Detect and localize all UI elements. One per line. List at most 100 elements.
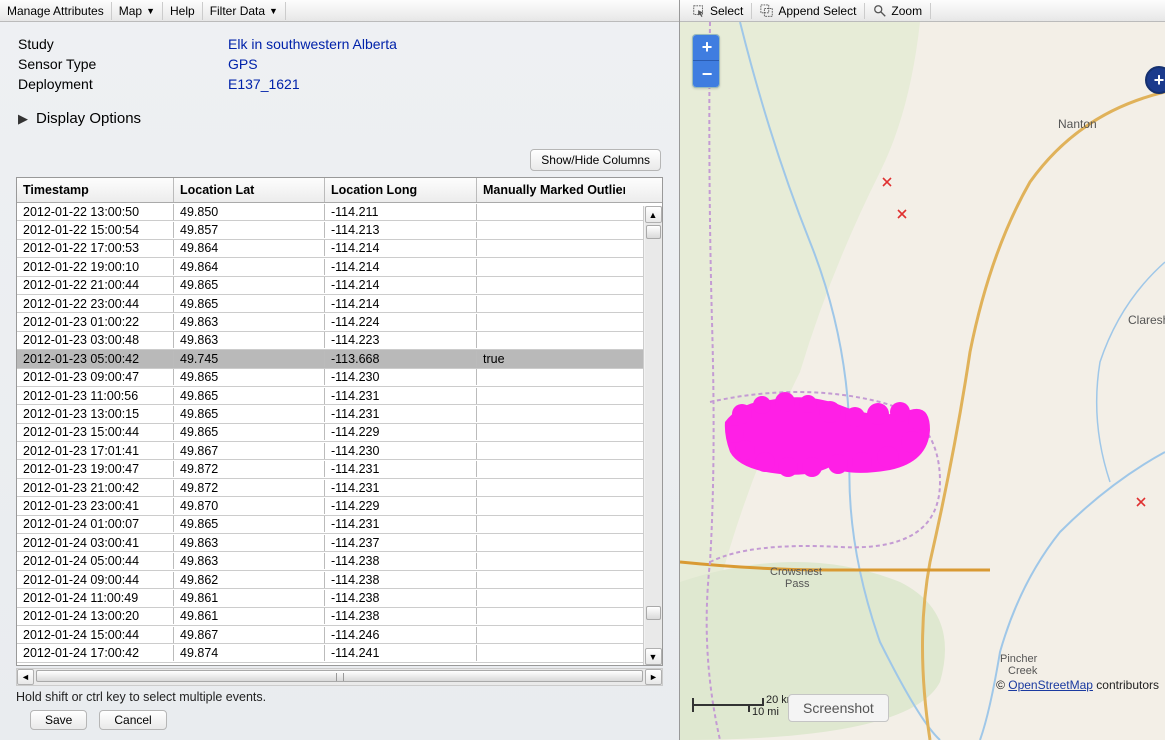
table-row[interactable]: 2012-01-23 11:00:5649.865-114.231 [17,387,662,405]
display-options-toggle[interactable]: ▶ Display Options [0,100,679,133]
menu-filter-data[interactable]: Filter Data ▼ [203,2,286,20]
zoom-out-button[interactable]: − [693,61,720,87]
vertical-scrollbar[interactable]: ▲ ▼ [643,206,662,665]
table-row[interactable]: 2012-01-22 19:00:1049.864-114.214 [17,258,662,276]
cell-timestamp: 2012-01-23 19:00:47 [17,461,174,477]
table-row[interactable]: 2012-01-24 05:00:4449.863-114.238 [17,552,662,570]
tool-label: Append Select [778,4,856,18]
hscroll-track[interactable] [34,669,645,685]
menu-help[interactable]: Help [163,2,203,20]
screenshot-button[interactable]: Screenshot [788,694,889,722]
horizontal-scrollbar[interactable]: ◄ ► [16,668,663,686]
table-row[interactable]: 2012-01-24 03:00:4149.863-114.237 [17,534,662,552]
cell-outlier [477,266,625,268]
map-tool-append-select[interactable]: Append Select [752,3,865,19]
cell-long: -114.214 [325,259,477,275]
cell-timestamp: 2012-01-22 17:00:53 [17,240,174,256]
cell-timestamp: 2012-01-22 21:00:44 [17,277,174,293]
meta-label: Deployment [18,76,228,92]
table-row[interactable]: 2012-01-22 21:00:4449.865-114.214 [17,277,662,295]
scroll-up-button[interactable]: ▲ [645,206,662,223]
table-row[interactable]: 2012-01-23 03:00:4849.863-114.223 [17,332,662,350]
col-header-outlier[interactable]: Manually Marked Outlier [477,178,625,202]
save-button[interactable]: Save [30,710,87,730]
hscroll-thumb[interactable] [36,670,643,682]
cancel-button[interactable]: Cancel [99,710,166,730]
table-row[interactable]: 2012-01-24 17:00:4249.874-114.241 [17,644,662,662]
right-panel: Select Append Select Zoom [680,0,1165,740]
map-tool-select[interactable]: Select [684,3,752,19]
table-row[interactable]: 2012-01-22 13:00:5049.850-114.211 [17,203,662,221]
table-row[interactable]: 2012-01-24 15:00:4449.867-114.246 [17,626,662,644]
map-tool-zoom[interactable]: Zoom [865,3,931,19]
table-row[interactable]: 2012-01-24 09:00:4449.862-114.238 [17,571,662,589]
cell-lat: 49.865 [174,388,325,404]
cell-lat: 49.861 [174,608,325,624]
cell-lat: 49.872 [174,480,325,496]
meta-label: Study [18,36,228,52]
cell-long: -114.238 [325,553,477,569]
cell-lat: 49.872 [174,461,325,477]
cell-timestamp: 2012-01-24 13:00:20 [17,608,174,624]
cell-lat: 49.865 [174,516,325,532]
table-row[interactable]: 2012-01-23 01:00:2249.863-114.224 [17,313,662,331]
cell-outlier [477,450,625,452]
col-header-lat[interactable]: Location Lat [174,178,325,202]
menu-label: Map [119,4,142,18]
cell-outlier [477,376,625,378]
cell-lat: 49.863 [174,535,325,551]
table-row[interactable]: 2012-01-22 23:00:4449.865-114.214 [17,295,662,313]
table-row[interactable]: 2012-01-23 23:00:4149.870-114.229 [17,497,662,515]
scale-bar: 20 km 10 mi [692,698,764,712]
table-row[interactable]: 2012-01-23 09:00:4749.865-114.230 [17,369,662,387]
zoom-in-button[interactable]: + [693,35,720,61]
data-table: Timestamp Location Lat Location Long Man… [16,177,663,666]
table-row[interactable]: 2012-01-23 17:01:4149.867-114.230 [17,442,662,460]
table-row[interactable]: 2012-01-23 05:00:4249.745-113.668true [17,350,662,368]
scroll-right-button[interactable]: ► [645,669,662,685]
table-row[interactable]: 2012-01-22 17:00:5349.864-114.214 [17,240,662,258]
table-row[interactable]: 2012-01-22 15:00:5449.857-114.213 [17,221,662,239]
cell-lat: 49.857 [174,222,325,238]
cell-timestamp: 2012-01-23 11:00:56 [17,388,174,404]
tool-label: Select [710,4,743,18]
cell-outlier [477,634,625,636]
cell-timestamp: 2012-01-23 17:01:41 [17,443,174,459]
add-layer-button[interactable]: + [1145,66,1165,94]
col-header-timestamp[interactable]: Timestamp [17,178,174,202]
map-canvas[interactable]: Nanton Claresh Crowsnest Pass Pincher Cr… [680,22,1165,740]
cell-lat: 49.864 [174,259,325,275]
col-header-long[interactable]: Location Long [325,178,477,202]
app-root: Manage Attributes Map ▼ Help Filter Data… [0,0,1165,740]
scroll-left-button[interactable]: ◄ [17,669,34,685]
table-row[interactable]: 2012-01-24 11:00:4949.861-114.238 [17,589,662,607]
table-row[interactable]: 2012-01-24 01:00:0749.865-114.231 [17,516,662,534]
cell-lat: 49.850 [174,204,325,220]
menu-label: Manage Attributes [7,4,104,18]
cell-long: -114.238 [325,590,477,606]
scroll-thumb-secondary[interactable] [646,606,661,620]
table-row[interactable]: 2012-01-23 21:00:4249.872-114.231 [17,479,662,497]
table-row[interactable]: 2012-01-24 13:00:2049.861-114.238 [17,608,662,626]
cell-timestamp: 2012-01-23 01:00:22 [17,314,174,330]
cell-outlier [477,468,625,470]
osm-link[interactable]: OpenStreetMap [1008,678,1093,692]
menu-manage-attributes[interactable]: Manage Attributes [0,2,112,20]
cell-timestamp: 2012-01-23 05:00:42 [17,351,174,367]
display-options-label: Display Options [36,110,141,127]
menu-label: Help [170,4,195,18]
table-row[interactable]: 2012-01-23 13:00:1549.865-114.231 [17,405,662,423]
table-row[interactable]: 2012-01-23 19:00:4749.872-114.231 [17,460,662,478]
svg-text:Creek: Creek [1008,665,1038,677]
show-hide-columns-button[interactable]: Show/Hide Columns [530,149,661,171]
menu-map[interactable]: Map ▼ [112,2,163,20]
table-body[interactable]: 2012-01-22 13:00:5049.850-114.2112012-01… [17,203,662,665]
table-row[interactable]: 2012-01-23 15:00:4449.865-114.229 [17,424,662,442]
cell-timestamp: 2012-01-22 13:00:50 [17,204,174,220]
append-select-icon [760,4,774,18]
scroll-track[interactable] [645,223,662,648]
scroll-down-button[interactable]: ▼ [645,648,662,665]
cell-long: -114.230 [325,443,477,459]
cell-long: -114.223 [325,332,477,348]
scroll-thumb[interactable] [646,225,661,239]
